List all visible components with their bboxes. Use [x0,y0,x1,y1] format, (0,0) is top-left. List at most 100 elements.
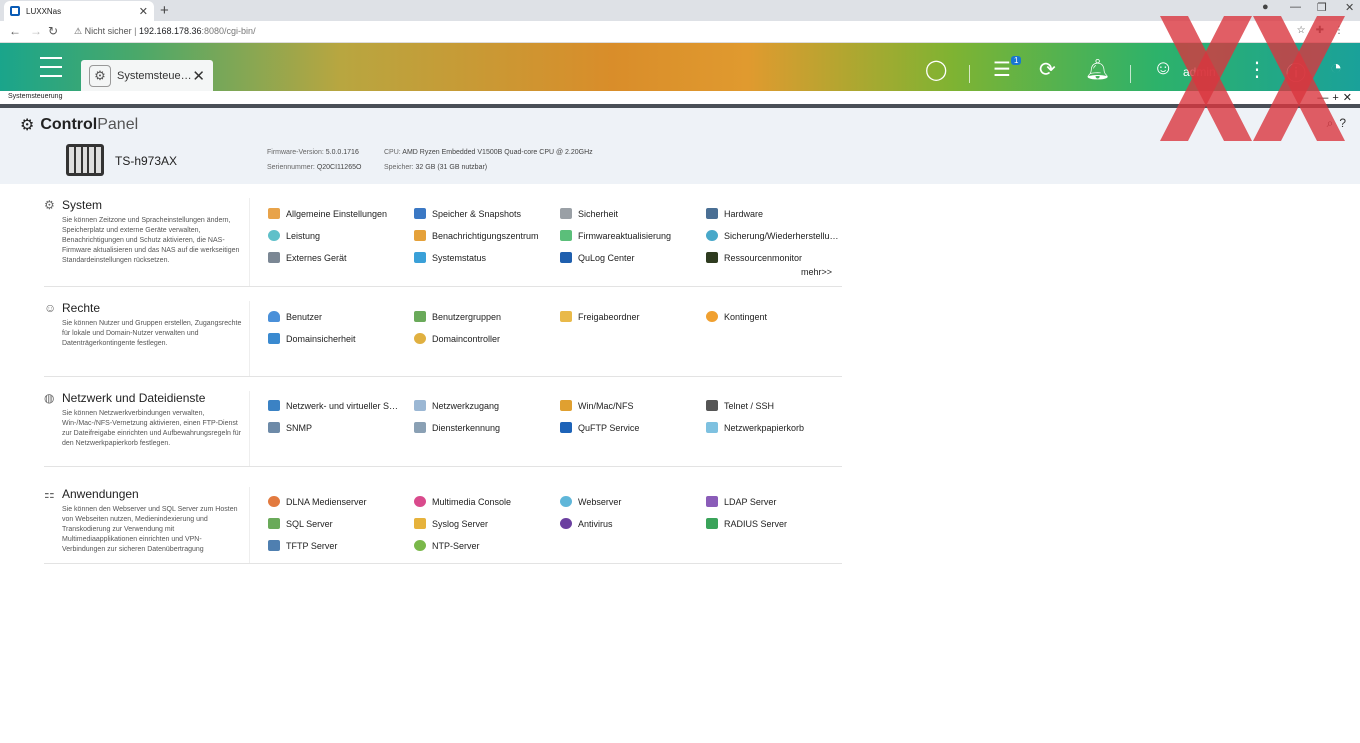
toolbar-icons[interactable]: ☆✚⋮ [1297,25,1354,36]
item-antivirus[interactable]: Antivirus [560,518,613,529]
close-window-icon[interactable]: ✕ [1345,1,1354,14]
item-quftp-service[interactable]: QuFTP Service [560,422,639,433]
item-telnet-ssh[interactable]: Telnet / SSH [706,400,774,411]
notification-icon [414,230,426,241]
divider [969,65,970,83]
backup-icon [706,230,718,241]
qts-header: ⚙ Systemsteue… ✕ ◯ ☰ ⟳ 🔔︎ ☺ ⋮ ⓘ ◔ [0,43,1360,91]
section-title: Netzwerk und Dateidienste [62,391,206,405]
item-sql-server[interactable]: SQL Server [268,518,333,529]
item-security[interactable]: Sicherheit [560,208,618,219]
item-firmware-update[interactable]: Firmwareaktualisierung [560,230,671,241]
more-link[interactable]: mehr>> [801,267,832,277]
favicon-icon [10,6,20,16]
divider [1130,65,1131,83]
monitor-icon [414,252,426,263]
item-notification-center[interactable]: Benachrichtigungszentrum [414,230,539,241]
firmware-info: Firmware-Version: 5.0.0.1716 [267,149,359,156]
section-title: Rechte [62,301,101,315]
app-tab-label: Systemsteue… [117,69,192,82]
info-icon[interactable]: ⓘ [1286,57,1306,86]
not-secure-label: Nicht sicher [84,26,132,36]
gear-icon: ⚙ [20,117,35,134]
item-general-settings[interactable]: Allgemeine Einstellungen [268,208,387,219]
window-controls[interactable]: —+✕ [1317,91,1356,104]
close-tab-icon[interactable]: ✕ [139,5,148,18]
item-domain-controller[interactable]: Domaincontroller [414,333,500,344]
search-icon[interactable]: ◯ [925,57,947,82]
user-menu-label[interactable]: admin [1183,65,1216,79]
item-storage-snapshots[interactable]: Speicher & Snapshots [414,208,521,219]
quota-icon [706,311,718,322]
new-tab-button[interactable]: + [160,2,169,19]
memory-info: Speicher: 32 GB (31 GB nutzbar) [384,164,488,171]
globe-icon [560,496,572,507]
main-menu-icon[interactable] [40,57,62,77]
forward-icon[interactable]: → [30,24,42,38]
minimize-icon[interactable]: — [1290,1,1301,13]
item-multimedia-console[interactable]: Multimedia Console [414,496,511,507]
item-tftp-server[interactable]: TFTP Server [268,540,337,551]
item-system-status[interactable]: Systemstatus [414,252,486,263]
item-service-discovery[interactable]: Diensterkennung [414,422,500,433]
item-win-mac-nfs[interactable]: Win/Mac/NFS [560,400,634,411]
section-description: ⚏ Anwendungen Sie können den Webserver un… [44,487,250,563]
item-users[interactable]: Benutzer [268,311,322,322]
user-icon [268,311,280,322]
folder-icon [560,311,572,322]
domain-icon [268,333,280,344]
section-privileges: ☺ Rechte Sie können Nutzer und Gruppen er… [44,301,842,377]
item-network-access[interactable]: Netzwerkzugang [414,400,499,411]
item-ntp-server[interactable]: NTP-Server [414,540,480,551]
item-webserver[interactable]: Webserver [560,496,621,507]
title-bold: Control [40,116,98,133]
profile-dot-icon[interactable]: ● [1262,1,1269,13]
section-system: ⚙ System Sie können Zeitzone und Sprachei… [44,198,842,287]
item-shared-folders[interactable]: Freigabeordner [560,311,640,322]
close-app-icon[interactable]: ✕ [192,67,205,85]
item-backup-restore[interactable]: Sicherung/Wiederherstellu… [706,230,839,241]
item-dlna-media-server[interactable]: DLNA Medienserver [268,496,367,507]
section-title: System [62,198,103,212]
item-qulog-center[interactable]: QuLog Center [560,252,635,263]
url-field[interactable]: ⚠ Nicht sicher | 192.168.178.36:8080/cgi… [74,26,256,37]
ldap-icon [706,496,718,507]
task-list-icon[interactable]: ☰ [993,57,1011,82]
bulb-icon [268,230,280,241]
item-resource-monitor[interactable]: Ressourcenmonitor [706,252,802,263]
item-radius-server[interactable]: RADIUS Server [706,518,787,529]
item-performance[interactable]: Leistung [268,230,320,241]
item-snmp[interactable]: SNMP [268,422,312,433]
item-ldap-server[interactable]: LDAP Server [706,496,776,507]
clock-icon [414,540,426,551]
search-help-icons[interactable]: ⌕? [1327,116,1352,131]
nas-device-icon [66,144,104,176]
item-syslog-server[interactable]: Syslog Server [414,518,488,529]
more-options-icon[interactable]: ⋮ [1247,57,1267,82]
dashboard-gauge-icon[interactable]: ◔ [1330,57,1342,80]
warning-icon: ⚠ [74,26,83,36]
item-domain-security[interactable]: Domainsicherheit [268,333,356,344]
item-network-virtual-switch[interactable]: Netzwerk- und virtueller S… [268,400,398,411]
sync-icon[interactable]: ⟳ [1039,57,1056,82]
item-user-groups[interactable]: Benutzergruppen [414,311,501,322]
notification-bell-icon[interactable]: 🔔︎ [1085,57,1110,82]
user-icon[interactable]: ☺ [1153,57,1173,80]
browser-tab[interactable]: LUXXNas ✕ [4,1,154,21]
reload-icon[interactable]: ↻ [48,24,58,38]
maximize-icon[interactable]: ❐ [1317,1,1327,14]
item-external-device[interactable]: Externes Gerät [268,252,347,263]
back-icon[interactable]: ← [9,24,21,38]
serial-info: Seriennummer: Q20CI11265O [267,164,362,171]
section-description: ◍ Netzwerk und Dateidienste Sie können Ne… [44,391,250,466]
media-server-icon [268,496,280,507]
cpu-info: CPU: AMD Ryzen Embedded V1500B Quad-core… [384,149,593,156]
bar-chart-icon [268,422,280,433]
multimedia-icon [414,496,426,507]
app-tab-control-panel[interactable]: ⚙ Systemsteue… ✕ [81,60,213,91]
section-network: ◍ Netzwerk und Dateidienste Sie können Ne… [44,391,842,467]
discovery-icon [414,422,426,433]
item-network-recycle-bin[interactable]: Netzwerkpapierkorb [706,422,804,433]
item-hardware[interactable]: Hardware [706,208,763,219]
item-quota[interactable]: Kontingent [706,311,767,322]
